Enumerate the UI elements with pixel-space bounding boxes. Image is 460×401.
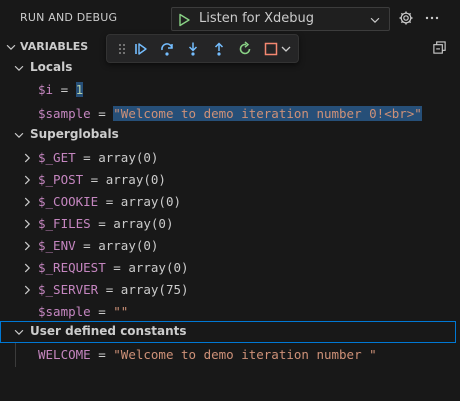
chevron-right-icon[interactable] xyxy=(20,261,34,275)
variable-name: $_REQUEST xyxy=(38,260,106,275)
variable-value: "Welcome to demo iteration number " xyxy=(113,347,377,362)
variable-equals: = xyxy=(98,282,121,297)
chevron-right-icon[interactable] xyxy=(20,173,34,187)
variable-row[interactable]: $_FILES = array(0) xyxy=(0,213,460,235)
chevron-right-icon[interactable] xyxy=(20,151,34,165)
chevron-down-icon xyxy=(14,132,24,139)
variable-name: $_FILES xyxy=(38,216,91,231)
chevron-down-icon xyxy=(370,17,380,24)
variable-value: "Welcome to demo iteration number 0!<br>… xyxy=(113,106,422,121)
more-actions-icon[interactable] xyxy=(424,10,440,26)
variable-row[interactable]: WELCOME = "Welcome to demo iteration num… xyxy=(0,344,460,366)
variable-name: $sample xyxy=(38,106,91,121)
debug-toolbar xyxy=(106,34,299,63)
restart-icon[interactable] xyxy=(237,41,253,57)
variable-value: array(0) xyxy=(98,150,159,165)
stop-icon[interactable] xyxy=(263,41,279,57)
play-icon[interactable] xyxy=(176,12,192,28)
variable-equals: = xyxy=(90,347,114,362)
variable-name: $sample xyxy=(38,304,91,319)
collapse-all-icon[interactable] xyxy=(432,40,447,55)
chevron-right-icon[interactable] xyxy=(20,283,34,297)
gear-icon[interactable] xyxy=(398,10,414,26)
variable-value: array(0) xyxy=(120,194,182,209)
variable-value: "" xyxy=(113,304,129,319)
variable-equals: = xyxy=(83,172,106,187)
variable-value: array(0) xyxy=(113,216,174,231)
continue-icon[interactable] xyxy=(133,41,149,57)
chevron-right-icon[interactable] xyxy=(20,239,34,253)
variable-equals: = xyxy=(53,82,76,97)
drag-handle-icon[interactable] xyxy=(114,41,130,57)
variable-name: $_COOKIE xyxy=(38,194,99,209)
step-into-icon[interactable] xyxy=(185,41,201,57)
chevron-down-icon xyxy=(6,44,16,51)
variable-name: $_SERVER xyxy=(38,282,99,297)
scope-label: Superglobals xyxy=(30,127,119,141)
variable-row[interactable]: $_SERVER = array(75) xyxy=(0,279,460,301)
variable-row[interactable]: $_COOKIE = array(0) xyxy=(0,191,460,213)
variable-row[interactable]: $_GET = array(0) xyxy=(0,147,460,169)
view-title: RUN AND DEBUG xyxy=(20,11,118,24)
variable-equals: = xyxy=(90,216,114,231)
chevron-down-icon[interactable] xyxy=(280,41,292,57)
variable-name: $_POST xyxy=(38,172,84,187)
variable-row[interactable]: $_POST = array(0) xyxy=(0,169,460,191)
variables-title: VARIABLES xyxy=(20,40,89,53)
variable-name: $_ENV xyxy=(38,238,76,253)
scope-label: User defined constants xyxy=(30,324,187,338)
variable-value: 1 xyxy=(75,82,84,97)
variable-equals: = xyxy=(105,260,129,275)
variable-value: array(0) xyxy=(98,238,159,253)
variable-equals: = xyxy=(90,304,114,319)
chevron-right-icon[interactable] xyxy=(20,217,34,231)
variable-value: array(0) xyxy=(128,260,189,275)
variable-equals: = xyxy=(90,106,114,121)
variable-row[interactable]: $i = 1 xyxy=(0,79,460,101)
chevron-right-icon[interactable] xyxy=(20,195,34,209)
run-debug-header: RUN AND DEBUG Listen for Xdebug xyxy=(0,0,460,36)
variable-equals: = xyxy=(75,238,99,253)
variable-name: WELCOME xyxy=(38,347,91,362)
scope-label: Locals xyxy=(30,60,73,74)
chevron-down-icon xyxy=(14,329,24,336)
variable-value: array(75) xyxy=(120,282,189,297)
variable-equals: = xyxy=(98,194,121,209)
variable-value: array(0) xyxy=(105,172,166,187)
step-over-icon[interactable] xyxy=(159,41,175,57)
variable-equals: = xyxy=(75,150,99,165)
variable-row[interactable]: $_ENV = array(0) xyxy=(0,235,460,257)
variable-row[interactable]: $sample = "Welcome to demo iteration num… xyxy=(0,103,460,125)
scope-user-constants[interactable]: User defined constants xyxy=(0,321,456,343)
chevron-down-icon xyxy=(14,65,24,72)
variable-row[interactable]: $_REQUEST = array(0) xyxy=(0,257,460,279)
variable-name: $i xyxy=(38,82,54,97)
variable-name: $_GET xyxy=(38,150,76,165)
launch-config-label: Listen for Xdebug xyxy=(199,11,315,26)
step-out-icon[interactable] xyxy=(211,41,227,57)
variable-row[interactable]: $sample = "" xyxy=(0,301,460,323)
launch-config-select[interactable]: Listen for Xdebug xyxy=(171,7,390,31)
scope-superglobals[interactable]: Superglobals xyxy=(0,124,460,146)
